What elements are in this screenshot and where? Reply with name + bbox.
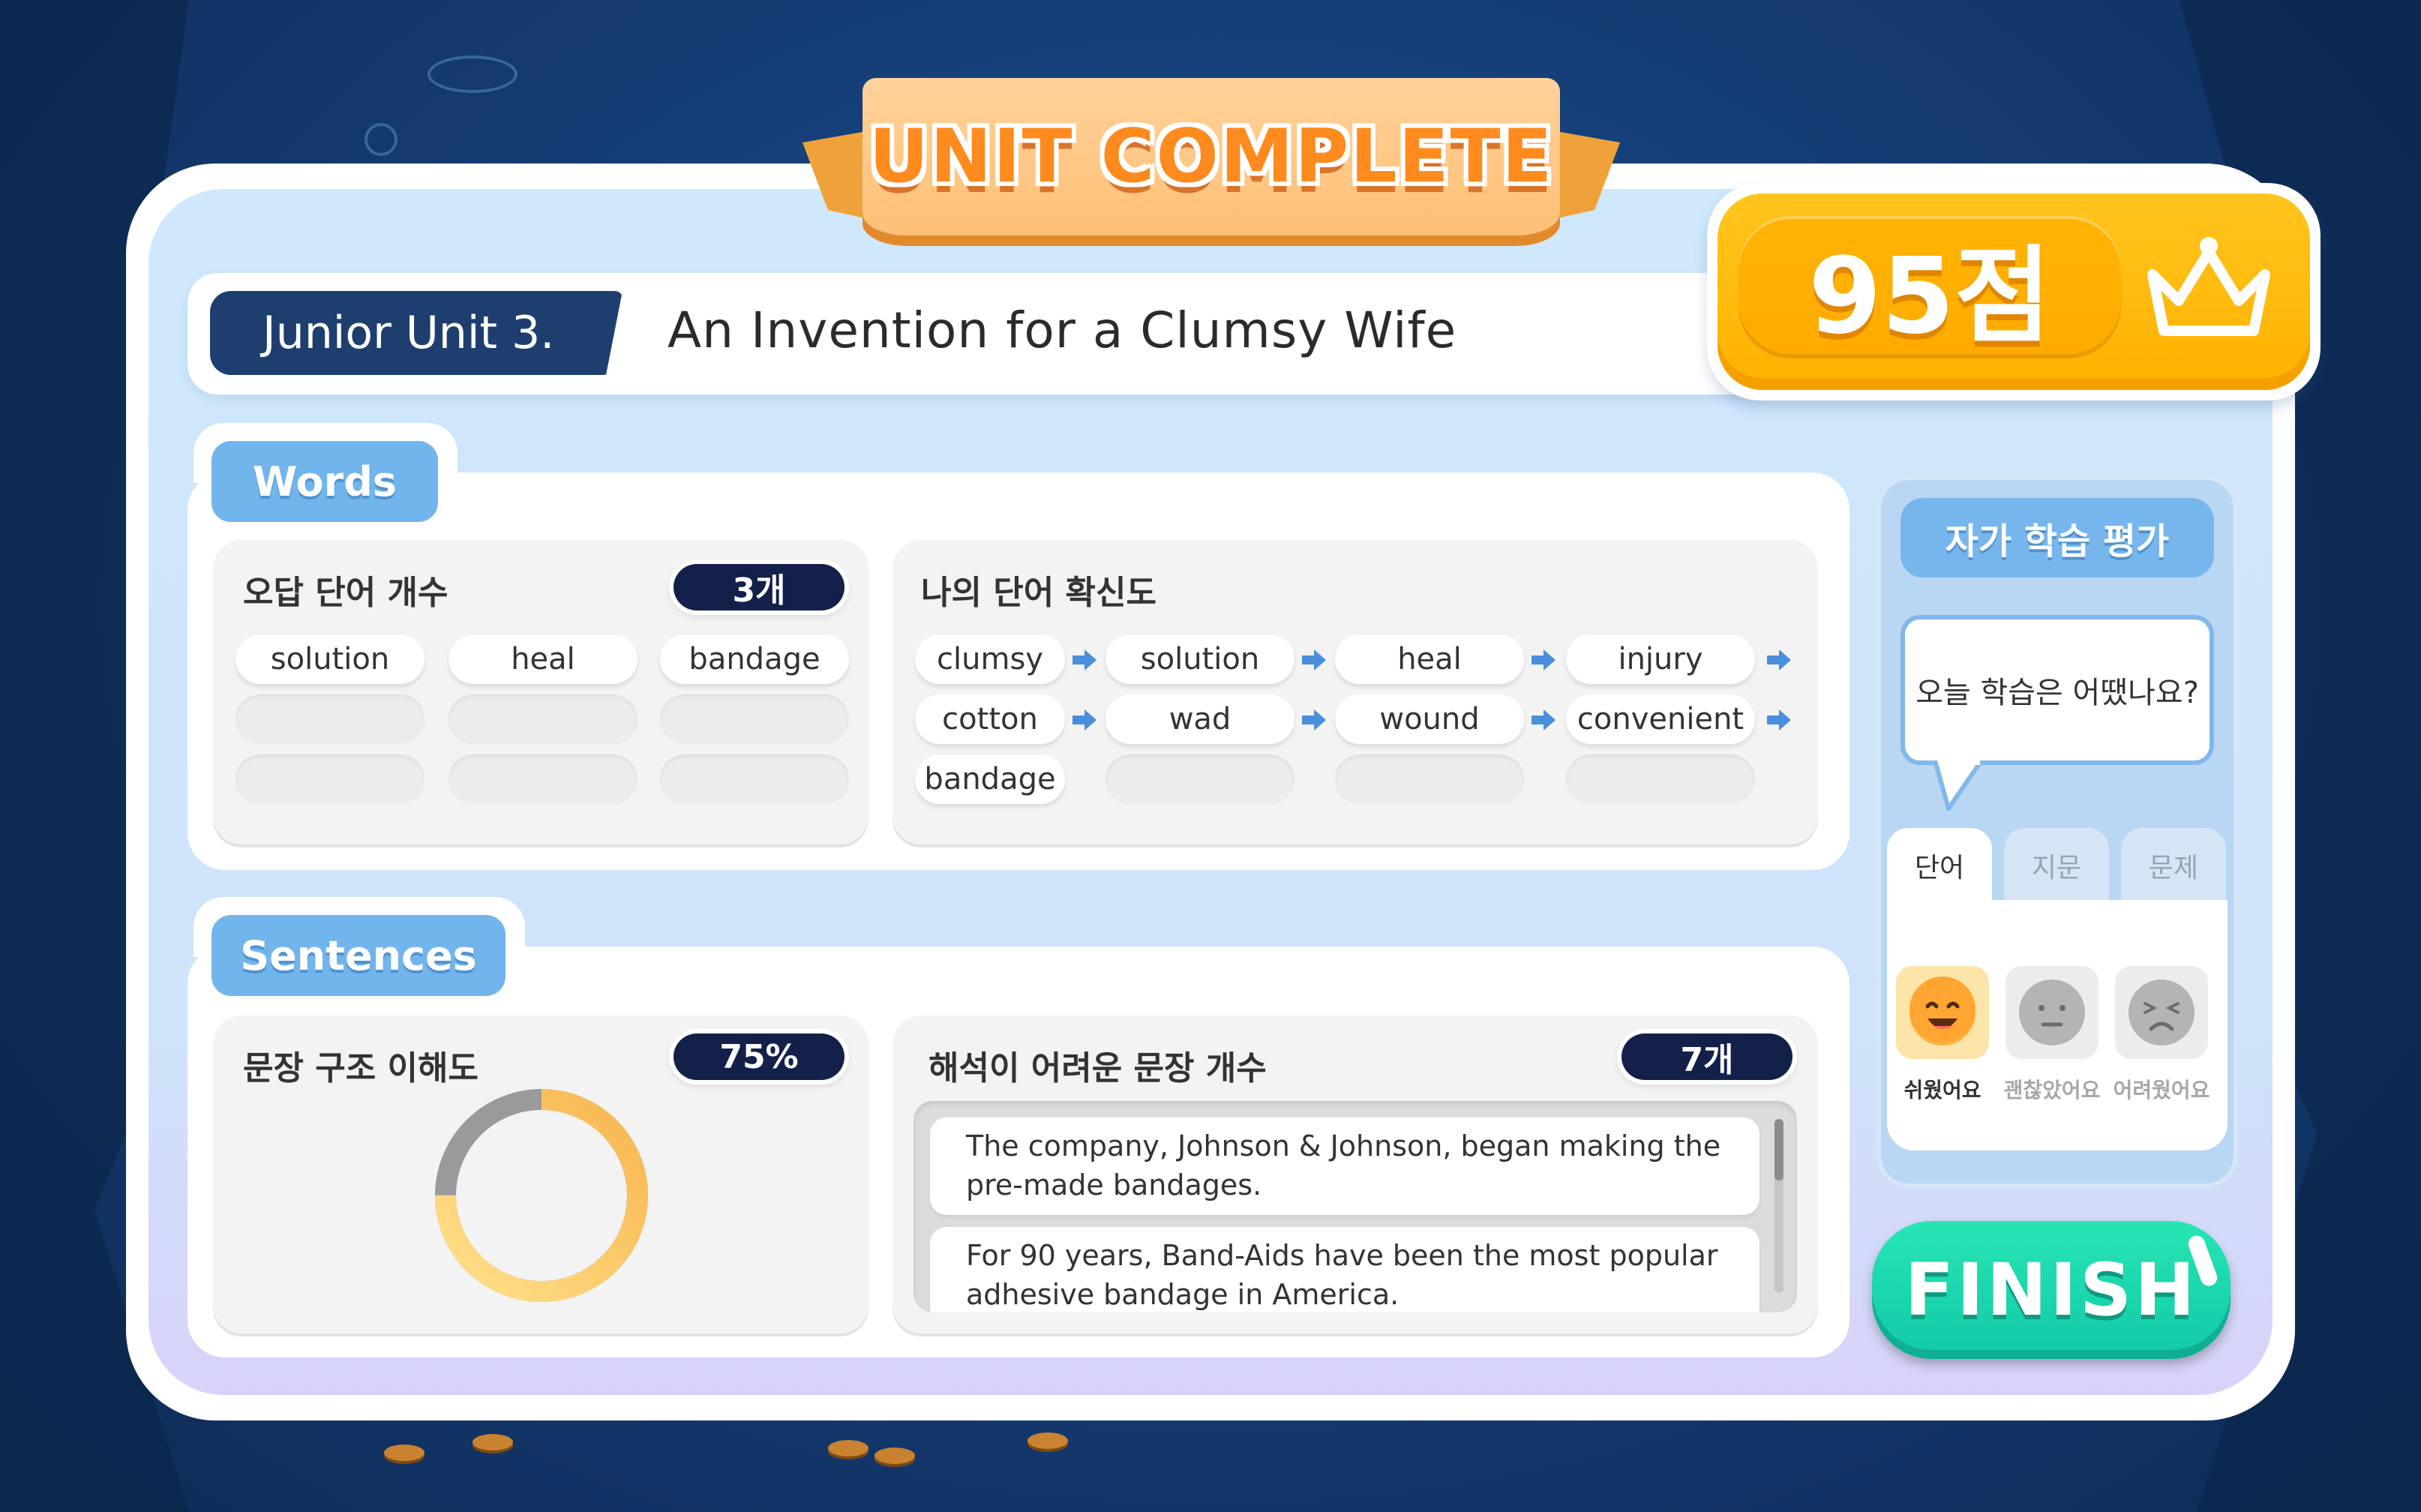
rating-hard-label: 어려웠어요 — [2113, 1078, 2210, 1102]
sentences-section-label: Sentences — [212, 915, 506, 996]
confidence-word-chip-empty — [1566, 754, 1755, 804]
difficult-sentence-list[interactable]: The company, Johnson & Johnson, began ma… — [914, 1101, 1797, 1312]
difficult-sentence-item: For 90 years, Band-Aids have been the mo… — [930, 1227, 1760, 1312]
wrong-word-chip: solution — [236, 634, 424, 684]
wrong-word-chip: heal — [448, 634, 638, 684]
difficult-sentences-count: 7개 — [1622, 1034, 1792, 1080]
unit-title: An Invention for a Clumsy Wife — [668, 302, 1457, 359]
rating-area: 쉬웠어요 괜찮았어요 어려웠어요 — [1887, 900, 2228, 1150]
coin-decoration — [472, 1434, 513, 1450]
coin-decoration — [828, 1440, 868, 1456]
scrollbar-thumb[interactable] — [1774, 1119, 1784, 1180]
wrong-word-chip-empty — [236, 694, 424, 744]
wrong-word-chip-empty — [448, 754, 638, 804]
wrong-words-title: 오답 단어 개수 — [243, 574, 448, 612]
confidence-word-chip: bandage — [915, 754, 1065, 804]
arrow-right-icon — [1071, 646, 1098, 674]
unit-title-bar: Junior Unit 3. An Invention for a Clumsy… — [188, 273, 1785, 394]
wrong-word-chip-empty — [448, 694, 638, 744]
structure-title: 문장 구조 이해도 — [243, 1049, 478, 1088]
confidence-word-chip: solution — [1106, 634, 1294, 684]
confidence-word-chip-empty — [1335, 754, 1524, 804]
confidence-word-chip: clumsy — [915, 634, 1065, 684]
wrong-word-chip-empty — [660, 694, 849, 744]
sad-face-icon[interactable] — [2115, 966, 2208, 1059]
rating-easy-label: 쉬웠어요 — [1904, 1078, 1982, 1102]
assessment-question: 오늘 학습은 어땠나요? — [1900, 615, 2214, 765]
speech-tail — [1933, 760, 1984, 811]
arrow-right-icon — [1530, 646, 1557, 674]
confidence-word-chip: injury — [1566, 634, 1755, 684]
arrow-right-icon — [1766, 646, 1792, 674]
confidence-word-chip: convenient — [1566, 694, 1755, 744]
neutral-face-icon[interactable] — [2006, 966, 2098, 1059]
confidence-word-chip-empty — [1106, 754, 1294, 804]
arrow-right-icon — [1300, 706, 1328, 734]
coin-decoration — [384, 1444, 424, 1461]
confidence-word-chip: heal — [1335, 634, 1524, 684]
wrong-word-chip: bandage — [660, 634, 849, 684]
happy-face-icon[interactable] — [1896, 966, 1989, 1059]
finish-button[interactable]: FINISH — [1872, 1221, 2230, 1359]
tab-words[interactable]: 단어 — [1887, 828, 1992, 903]
self-assessment-panel: 자가 학습 평가 오늘 학습은 어땠나요? 단어 지문 문제 쉬웠어요 괜찮았어… — [1876, 476, 2238, 1188]
unit-complete-banner: UNIT COMPLETE — [802, 68, 1620, 255]
wrong-word-chip-empty — [660, 754, 849, 804]
structure-percent: 75% — [674, 1034, 844, 1080]
tab-passage[interactable]: 지문 — [2004, 828, 2109, 903]
bubble-decoration — [364, 123, 398, 156]
rating-okay-label: 괜찮았어요 — [2003, 1078, 2101, 1102]
confidence-word-chip: wad — [1106, 694, 1294, 744]
difficult-sentences-title: 해석이 어려운 문장 개수 — [928, 1049, 1267, 1088]
unit-tag: Junior Unit 3. — [210, 291, 622, 375]
arrow-right-icon — [1300, 646, 1328, 674]
fish-decoration — [428, 56, 518, 93]
arrow-right-icon — [1766, 706, 1792, 734]
words-section-label: Words — [212, 441, 438, 522]
banner-title: UNIT COMPLETE — [868, 114, 1554, 200]
confidence-word-chip: cotton — [915, 694, 1065, 744]
score-value: 95점 — [1808, 236, 2051, 358]
coin-decoration — [1028, 1432, 1068, 1449]
coin-decoration — [874, 1448, 915, 1464]
arrow-right-icon — [1530, 706, 1557, 734]
tab-questions[interactable]: 문제 — [2121, 828, 2226, 903]
wrong-words-count: 3개 — [674, 564, 844, 610]
self-assessment-label: 자가 학습 평가 — [1900, 498, 2214, 578]
wrong-word-chip-empty — [236, 754, 424, 804]
score-badge: 95점 — [1707, 183, 2320, 400]
difficult-sentence-item: The company, Johnson & Johnson, began ma… — [930, 1118, 1760, 1215]
confidence-word-chip: wound — [1335, 694, 1524, 744]
structure-donut-chart — [435, 1089, 648, 1302]
word-confidence-title: 나의 단어 확신도 — [921, 574, 1156, 612]
arrow-right-icon — [1071, 706, 1098, 734]
crown-icon — [2147, 237, 2270, 336]
